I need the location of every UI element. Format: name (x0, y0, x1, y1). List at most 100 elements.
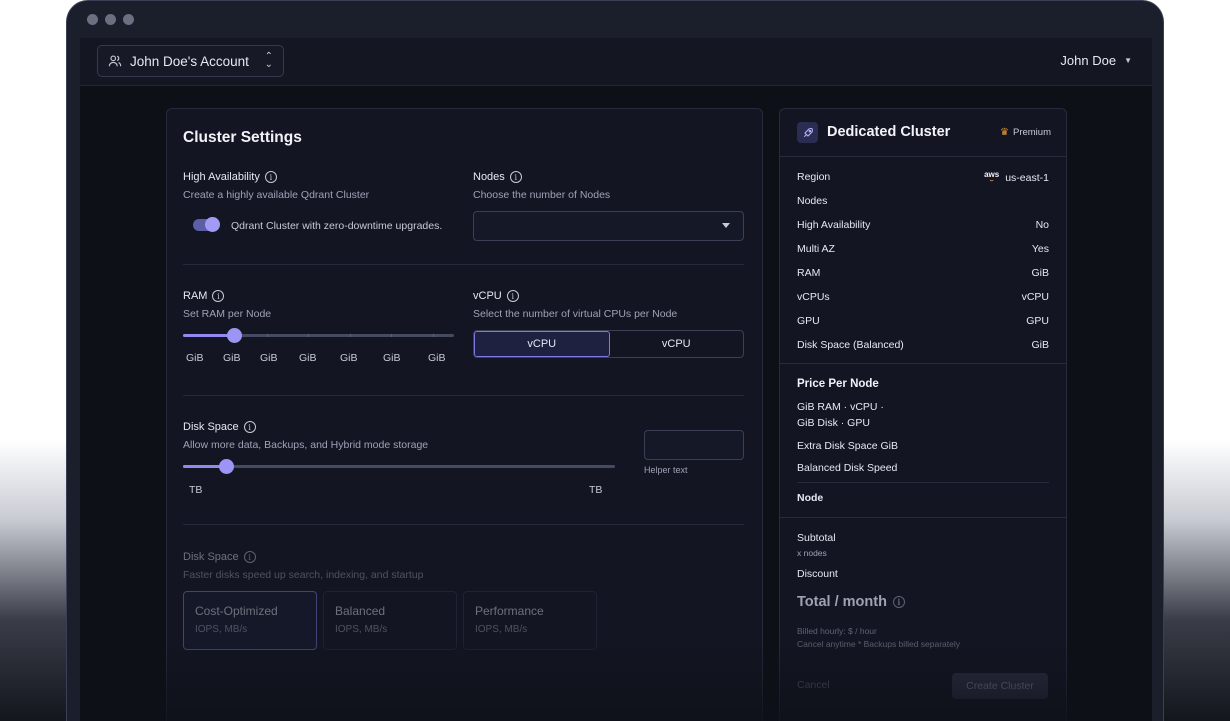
account-label: John Doe's Account (130, 53, 249, 69)
row-label: RAM (797, 267, 821, 279)
vcpu-option[interactable]: vCPU (610, 331, 744, 357)
nodes-label: Nodes i (473, 171, 522, 183)
cluster-summary-panel: Dedicated Cluster ♛ Premium Region aws ⌣ … (779, 108, 1067, 721)
disk-tier-card-balanced[interactable]: Balanced IOPS, MB/s (323, 591, 457, 650)
ram-tick-label: GiB (299, 352, 317, 364)
ram-slider-tick (350, 334, 351, 337)
ram-label-text: RAM (183, 290, 208, 302)
window-dot (123, 14, 134, 25)
price-per-node-title: Price Per Node (797, 378, 879, 390)
ram-slider-tick (308, 334, 309, 337)
node-label: Node (797, 492, 824, 504)
premium-badge-label: Premium (1012, 127, 1051, 138)
row-value: aws ⌣ us-east-1 (984, 171, 1049, 185)
row-label: Disk Space (Balanced) (797, 339, 904, 351)
settings-title: Cluster Settings (183, 129, 302, 146)
toggle-knob (205, 217, 220, 232)
user-name: John Doe (1060, 53, 1117, 68)
info-icon[interactable]: i (212, 290, 225, 302)
info-icon[interactable]: i (243, 421, 256, 433)
vcpu-segmented-control: vCPU vCPU (473, 330, 744, 358)
window-dot (87, 14, 98, 25)
high-availability-description: Create a highly available Qdrant Cluster (183, 189, 370, 201)
price-spec-line-1: GiB RAM · vCPU · (797, 401, 884, 413)
high-availability-label: High Availability i (183, 171, 277, 183)
summary-row-disk-space: Disk Space (Balanced) GiB (797, 339, 1049, 351)
row-label: vCPUs (797, 291, 830, 303)
summary-row-vcpus: vCPUs vCPU (797, 291, 1049, 303)
summary-row-region: Region aws ⌣ us-east-1 (797, 171, 1049, 185)
info-icon[interactable]: i (509, 171, 522, 183)
disk-space-helper-text: Helper text (644, 465, 688, 475)
vcpu-description: Select the number of virtual CPUs per No… (473, 308, 678, 320)
balanced-disk-speed: Balanced Disk Speed (797, 462, 898, 474)
region-value: us-east-1 (1005, 172, 1049, 184)
disk-slider-track[interactable] (183, 465, 615, 468)
disk-space-label: Disk Space i (183, 421, 256, 433)
disk-space-description: Allow more data, Backups, and Hybrid mod… (183, 439, 429, 451)
total-label: Total / month (797, 594, 887, 610)
summary-row-multi-az: Multi AZ Yes (797, 243, 1049, 255)
info-icon[interactable]: i (243, 551, 256, 563)
user-menu[interactable]: John Doe ▼ (1060, 53, 1132, 68)
summary-header: Dedicated Cluster ♛ Premium (780, 109, 1066, 157)
cancel-button[interactable]: Cancel (797, 679, 830, 691)
summary-divider (780, 363, 1066, 364)
ram-tick-label: GiB (340, 352, 358, 364)
crown-icon: ♛ (1000, 127, 1009, 138)
nodes-description: Choose the number of Nodes (473, 189, 611, 201)
card-title: Balanced (335, 604, 386, 618)
section-divider (183, 264, 744, 265)
disk-performance-label: Disk Space i (183, 551, 256, 563)
ram-slider-tick (267, 334, 268, 337)
ram-tick-label: GiB (428, 352, 446, 364)
summary-divider (797, 482, 1049, 483)
summary-row-high-availability: High Availability No (797, 219, 1049, 231)
ram-slider-thumb[interactable] (227, 328, 242, 343)
summary-row-nodes: Nodes (797, 195, 1049, 207)
ram-slider-tick (391, 334, 392, 337)
row-value: GPU (1026, 315, 1049, 327)
app-screen: John Doe's Account ⌃ ⌄ John Doe ▼ Cluster… (80, 38, 1152, 721)
section-divider (183, 524, 744, 525)
device-frame: John Doe's Account ⌃ ⌄ John Doe ▼ Cluster… (66, 0, 1164, 721)
vcpu-option[interactable]: vCPU (474, 331, 610, 357)
price-spec-line-2: GiB Disk · GPU (797, 417, 870, 429)
total-per-month: Total / month i (797, 594, 905, 610)
nodes-select[interactable] (473, 211, 744, 241)
caret-down-icon: ▼ (1124, 56, 1132, 65)
info-icon[interactable]: i (892, 596, 905, 608)
account-switcher-button[interactable]: John Doe's Account ⌃ ⌄ (97, 45, 284, 77)
row-value: GiB (1031, 267, 1049, 279)
info-icon[interactable]: i (506, 290, 519, 302)
row-label: Multi AZ (797, 243, 835, 255)
vcpu-label-text: vCPU (473, 290, 502, 302)
disk-performance-label-text: Disk Space (183, 551, 239, 563)
high-availability-toggle[interactable] (193, 217, 220, 232)
ram-slider-tick (433, 334, 434, 337)
info-icon[interactable]: i (264, 171, 277, 183)
disk-slider-thumb[interactable] (219, 459, 234, 474)
subtotal-label: Subtotal (797, 532, 836, 544)
billed-hourly-note: Billed hourly: $ / hour (797, 626, 877, 636)
create-cluster-button[interactable]: Create Cluster (952, 673, 1048, 699)
discount-label: Discount (797, 568, 838, 580)
top-bar: John Doe's Account ⌃ ⌄ John Doe ▼ (80, 38, 1152, 86)
cancel-anytime-note: Cancel anytime * Backups billed separate… (797, 639, 961, 649)
ram-tick-label: GiB (383, 352, 401, 364)
disk-tier-card-cost-optimized[interactable]: Cost-Optimized IOPS, MB/s (183, 591, 317, 650)
disk-space-input[interactable] (644, 430, 744, 460)
summary-divider (780, 517, 1066, 518)
row-label: GPU (797, 315, 820, 327)
rocket-icon (797, 122, 818, 143)
users-icon (108, 55, 122, 67)
row-value: GiB (1031, 339, 1049, 351)
cluster-settings-panel: Cluster Settings High Availability i Cre… (166, 108, 763, 721)
chevron-up-down-icon: ⌃ ⌄ (264, 51, 273, 70)
summary-row-ram: RAM GiB (797, 267, 1049, 279)
ram-label: RAM i (183, 290, 225, 302)
ram-tick-label: GiB (260, 352, 278, 364)
dropdown-arrow-icon (722, 223, 730, 228)
disk-tier-card-performance[interactable]: Performance IOPS, MB/s (463, 591, 597, 650)
high-availability-toggle-label: Qdrant Cluster with zero-downtime upgrad… (231, 220, 443, 232)
